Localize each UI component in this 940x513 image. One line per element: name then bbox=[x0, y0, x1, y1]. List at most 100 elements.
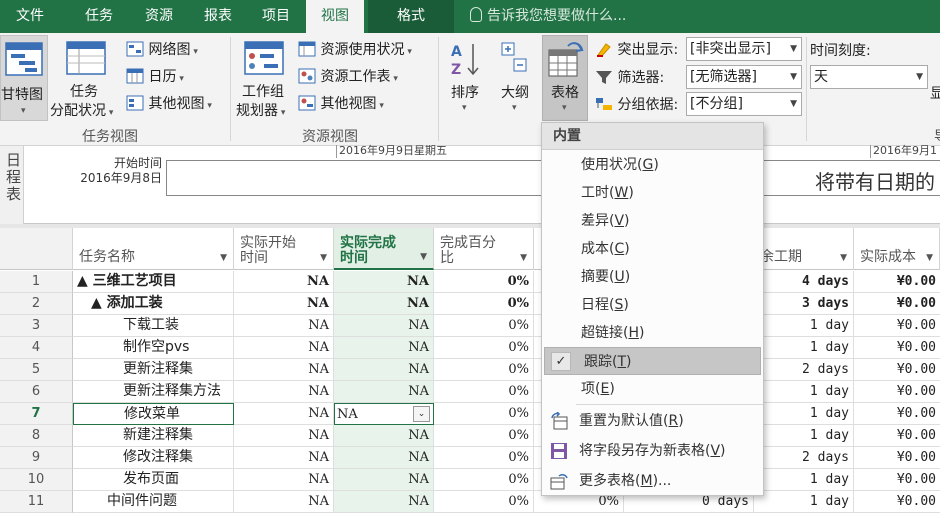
row-number[interactable]: 5 bbox=[0, 359, 73, 381]
row-number[interactable]: 8 bbox=[0, 425, 73, 447]
header-pct-complete[interactable]: 完成百分比 ▼ bbox=[434, 228, 534, 270]
header-actual-finish[interactable]: 实际完成 时间 ▼ bbox=[334, 228, 434, 270]
other-views-button[interactable]: 其他视图 ▾ bbox=[126, 93, 212, 113]
pct-complete-cell[interactable]: 0% bbox=[434, 293, 534, 315]
actual-start-cell[interactable]: NA bbox=[234, 359, 334, 381]
table-row[interactable]: 7 修改菜单 NA NA ⌄ 0% 1 day ¥0.00 bbox=[0, 403, 940, 425]
display-label-partial[interactable]: 显 bbox=[930, 83, 940, 103]
row-number[interactable]: 3 bbox=[0, 315, 73, 337]
header-actual-cost[interactable]: 实际成本 ▼ bbox=[854, 228, 940, 270]
pct-complete-cell[interactable]: 0% bbox=[434, 447, 534, 469]
table-row[interactable]: 10 发布页面 NA NA 0% 1 day ¥0.00 bbox=[0, 469, 940, 491]
header-task-name[interactable]: 任务名称 ▼ bbox=[73, 228, 234, 270]
header-actual-start[interactable]: 实际开始 时间 ▼ bbox=[234, 228, 334, 270]
task-name-cell[interactable]: 更新注释集方法 bbox=[73, 381, 234, 403]
task-name-cell[interactable]: 更新注释集 bbox=[73, 359, 234, 381]
actual-start-cell[interactable]: NA bbox=[234, 469, 334, 491]
row-number[interactable]: 4 bbox=[0, 337, 73, 359]
actual-start-cell[interactable]: NA bbox=[234, 381, 334, 403]
menu-item-tracking[interactable]: ✓ 跟踪(T) bbox=[544, 347, 761, 375]
menu-item-variance[interactable]: 差异(V) bbox=[542, 207, 763, 235]
menu-item-reset[interactable]: 重置为默认值(R) bbox=[542, 406, 763, 436]
tab-view[interactable]: 视图 bbox=[306, 0, 364, 33]
tell-me-box[interactable]: 告诉我您想要做什么... bbox=[470, 0, 626, 33]
remaining-duration-cell[interactable]: 3 days bbox=[754, 293, 854, 315]
table-row[interactable]: 5 更新注释集 NA NA 0% 2 days ¥0.00 bbox=[0, 359, 940, 381]
row-number[interactable]: 11 bbox=[0, 491, 73, 513]
task-name-cell[interactable]: 新建注释集 bbox=[73, 425, 234, 447]
gantt-chart-button[interactable]: 甘特图 ▾ bbox=[0, 35, 48, 121]
actual-finish-cell[interactable]: NA bbox=[334, 447, 434, 469]
actual-start-cell[interactable]: NA bbox=[234, 337, 334, 359]
network-diagram-button[interactable]: 网络图 ▾ bbox=[126, 39, 198, 59]
actual-start-cell[interactable]: NA bbox=[234, 403, 334, 425]
actual-cost-cell[interactable]: ¥0.00 bbox=[854, 337, 940, 359]
tables-button[interactable]: 表格 ▾ bbox=[542, 35, 588, 121]
remaining-duration-cell[interactable]: 1 day bbox=[754, 403, 854, 425]
actual-finish-cell[interactable]: NA bbox=[334, 359, 434, 381]
timeline-pane[interactable]: 日程表 2016年9月9日星期五 2016年9月1 开始时间 2016年9月8日… bbox=[0, 145, 940, 224]
actual-finish-cell[interactable]: NA bbox=[334, 337, 434, 359]
actual-finish-cell[interactable]: NA bbox=[334, 491, 434, 513]
remaining-duration-cell[interactable]: 1 day bbox=[754, 491, 854, 513]
tab-resource[interactable]: 资源 bbox=[130, 0, 188, 33]
row-number[interactable]: 2 bbox=[0, 293, 73, 315]
resource-sheet-button[interactable]: 资源工作表 ▾ bbox=[298, 66, 398, 86]
remaining-duration-cell[interactable]: 2 days bbox=[754, 447, 854, 469]
remaining-duration-cell[interactable]: 1 day bbox=[754, 425, 854, 447]
task-name-cell[interactable]: 修改菜单 bbox=[73, 403, 234, 425]
actual-finish-cell[interactable]: NA bbox=[334, 381, 434, 403]
table-row[interactable]: 4 制作空pvs NA NA 0% 1 day ¥0.00 bbox=[0, 337, 940, 359]
menu-item-cost[interactable]: 成本(C) bbox=[542, 235, 763, 263]
remaining-duration-cell[interactable]: 1 day bbox=[754, 337, 854, 359]
task-usage-button[interactable]: 分配状况 ▾ bbox=[50, 100, 113, 120]
row-number[interactable]: 9 bbox=[0, 447, 73, 469]
row-number[interactable]: 6 bbox=[0, 381, 73, 403]
actual-finish-cell[interactable]: NA bbox=[334, 293, 434, 315]
menu-item-hyperlink[interactable]: 超链接(H) bbox=[542, 319, 763, 347]
task-name-cell[interactable]: 制作空pvs bbox=[73, 337, 234, 359]
task-name-cell[interactable]: 下载工装 bbox=[73, 315, 234, 337]
tab-report[interactable]: 报表 bbox=[190, 0, 246, 33]
actual-cost-cell[interactable]: ¥0.00 bbox=[854, 271, 940, 293]
menu-item-save-as-table[interactable]: 将字段另存为新表格(V) bbox=[542, 436, 763, 466]
timescale-combo[interactable]: 天 ▼ bbox=[810, 65, 928, 89]
outline-button[interactable]: 大纲 ▾ bbox=[494, 35, 538, 121]
actual-cost-cell[interactable]: ¥0.00 bbox=[854, 447, 940, 469]
filter-combo[interactable]: [无筛选器] ▼ bbox=[686, 65, 802, 89]
table-row[interactable]: 11 中间件问题 NA NA 0% 0% 0 days 1 day ¥0.00 bbox=[0, 491, 940, 513]
table-row[interactable]: 8 新建注释集 NA NA 0% 1 day ¥0.00 bbox=[0, 425, 940, 447]
row-number[interactable]: 10 bbox=[0, 469, 73, 491]
actual-finish-cell[interactable]: NA bbox=[334, 271, 434, 293]
table-row[interactable]: 3 下载工装 NA NA 0% 1 day ¥0.00 bbox=[0, 315, 940, 337]
actual-cost-cell[interactable]: ¥0.00 bbox=[854, 491, 940, 513]
task-usage-label-1[interactable]: 任务 bbox=[70, 81, 98, 101]
actual-cost-cell[interactable]: ¥0.00 bbox=[854, 359, 940, 381]
task-name-cell[interactable]: ▲ 三维工艺项目 bbox=[73, 271, 234, 293]
menu-item-usage[interactable]: 使用状况(G) bbox=[542, 151, 763, 179]
other-views-2-button[interactable]: 其他视图 ▾ bbox=[298, 93, 384, 113]
actual-cost-cell[interactable]: ¥0.00 bbox=[854, 381, 940, 403]
remaining-duration-cell[interactable]: 4 days bbox=[754, 271, 854, 293]
row-number[interactable]: 7 bbox=[0, 403, 73, 425]
tab-format[interactable]: 格式 bbox=[368, 0, 454, 33]
row-number[interactable]: 1 bbox=[0, 271, 73, 293]
actual-start-cell[interactable]: NA bbox=[234, 491, 334, 513]
pct-complete-cell[interactable]: 0% bbox=[434, 469, 534, 491]
team-planner-button[interactable]: 规划器 ▾ bbox=[236, 100, 285, 120]
remaining-duration-cell[interactable]: 1 day bbox=[754, 381, 854, 403]
menu-item-entry[interactable]: 项(E) bbox=[542, 375, 763, 403]
table-row[interactable]: 1 ▲ 三维工艺项目 NA NA 0% 4 days ¥0.00 bbox=[0, 271, 940, 293]
team-planner-label-1[interactable]: 工作组 bbox=[242, 81, 284, 101]
task-name-cell[interactable]: 中间件问题 bbox=[73, 491, 234, 513]
menu-item-more-tables[interactable]: 更多表格(M)... bbox=[542, 466, 763, 496]
pct-complete-cell[interactable]: 0% bbox=[434, 491, 534, 513]
select-all-corner[interactable] bbox=[0, 228, 73, 270]
actual-cost-cell[interactable]: ¥0.00 bbox=[854, 425, 940, 447]
header-remaining[interactable]: 余工期 ▼ bbox=[754, 228, 854, 270]
actual-start-cell[interactable]: NA bbox=[234, 425, 334, 447]
pct-complete-cell[interactable]: 0% bbox=[434, 315, 534, 337]
task-name-cell[interactable]: ▲ 添加工装 bbox=[73, 293, 234, 315]
highlight-combo[interactable]: [非突出显示] ▼ bbox=[686, 37, 802, 61]
tab-project[interactable]: 项目 bbox=[248, 0, 304, 33]
